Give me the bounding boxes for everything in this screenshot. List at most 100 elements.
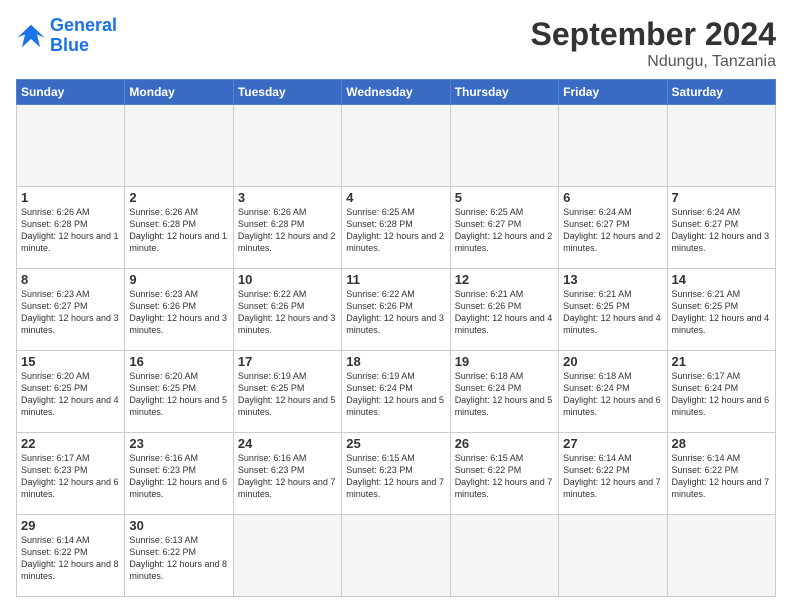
day-info: Sunrise: 6:13 AMSunset: 6:22 PMDaylight:… (129, 534, 228, 583)
day-info: Sunrise: 6:18 AMSunset: 6:24 PMDaylight:… (563, 370, 662, 419)
day-number: 21 (672, 354, 771, 369)
day-number: 22 (21, 436, 120, 451)
day-number: 24 (238, 436, 337, 451)
day-number: 6 (563, 190, 662, 205)
logo-text: General Blue (50, 16, 117, 56)
calendar-cell (559, 515, 667, 597)
day-number: 18 (346, 354, 445, 369)
calendar-cell: 1Sunrise: 6:26 AMSunset: 6:28 PMDaylight… (17, 187, 125, 269)
day-info: Sunrise: 6:25 AMSunset: 6:27 PMDaylight:… (455, 206, 554, 255)
calendar-cell (450, 105, 558, 187)
day-info: Sunrise: 6:19 AMSunset: 6:24 PMDaylight:… (346, 370, 445, 419)
calendar-cell (17, 105, 125, 187)
day-info: Sunrise: 6:19 AMSunset: 6:25 PMDaylight:… (238, 370, 337, 419)
day-info: Sunrise: 6:20 AMSunset: 6:25 PMDaylight:… (129, 370, 228, 419)
calendar-cell (559, 105, 667, 187)
day-number: 2 (129, 190, 228, 205)
day-header-tuesday: Tuesday (233, 80, 341, 105)
day-number: 15 (21, 354, 120, 369)
day-info: Sunrise: 6:14 AMSunset: 6:22 PMDaylight:… (672, 452, 771, 501)
day-header-wednesday: Wednesday (342, 80, 450, 105)
day-number: 9 (129, 272, 228, 287)
day-number: 14 (672, 272, 771, 287)
calendar-cell (125, 105, 233, 187)
calendar-cell: 14Sunrise: 6:21 AMSunset: 6:25 PMDayligh… (667, 269, 775, 351)
day-info: Sunrise: 6:17 AMSunset: 6:23 PMDaylight:… (21, 452, 120, 501)
day-number: 8 (21, 272, 120, 287)
calendar-cell (233, 515, 341, 597)
calendar-cell: 13Sunrise: 6:21 AMSunset: 6:25 PMDayligh… (559, 269, 667, 351)
location-title: Ndungu, Tanzania (531, 53, 776, 71)
calendar-cell: 15Sunrise: 6:20 AMSunset: 6:25 PMDayligh… (17, 351, 125, 433)
calendar-cell (667, 105, 775, 187)
calendar-cell: 20Sunrise: 6:18 AMSunset: 6:24 PMDayligh… (559, 351, 667, 433)
day-number: 13 (563, 272, 662, 287)
calendar-cell: 24Sunrise: 6:16 AMSunset: 6:23 PMDayligh… (233, 433, 341, 515)
day-number: 26 (455, 436, 554, 451)
calendar-cell (450, 515, 558, 597)
title-block: September 2024 Ndungu, Tanzania (531, 16, 776, 71)
month-title: September 2024 (531, 16, 776, 53)
day-info: Sunrise: 6:24 AMSunset: 6:27 PMDaylight:… (672, 206, 771, 255)
logo: General Blue (16, 16, 117, 56)
day-number: 12 (455, 272, 554, 287)
day-info: Sunrise: 6:22 AMSunset: 6:26 PMDaylight:… (238, 288, 337, 337)
day-number: 11 (346, 272, 445, 287)
day-number: 25 (346, 436, 445, 451)
calendar-cell: 6Sunrise: 6:24 AMSunset: 6:27 PMDaylight… (559, 187, 667, 269)
day-number: 29 (21, 518, 120, 533)
calendar-cell: 7Sunrise: 6:24 AMSunset: 6:27 PMDaylight… (667, 187, 775, 269)
day-info: Sunrise: 6:26 AMSunset: 6:28 PMDaylight:… (21, 206, 120, 255)
day-number: 30 (129, 518, 228, 533)
calendar-page: General Blue September 2024 Ndungu, Tanz… (0, 0, 792, 612)
day-info: Sunrise: 6:24 AMSunset: 6:27 PMDaylight:… (563, 206, 662, 255)
day-number: 17 (238, 354, 337, 369)
page-header: General Blue September 2024 Ndungu, Tanz… (16, 16, 776, 71)
day-info: Sunrise: 6:20 AMSunset: 6:25 PMDaylight:… (21, 370, 120, 419)
calendar-cell (342, 105, 450, 187)
day-number: 20 (563, 354, 662, 369)
calendar-cell (667, 515, 775, 597)
day-number: 23 (129, 436, 228, 451)
calendar-cell: 19Sunrise: 6:18 AMSunset: 6:24 PMDayligh… (450, 351, 558, 433)
day-number: 1 (21, 190, 120, 205)
day-info: Sunrise: 6:21 AMSunset: 6:25 PMDaylight:… (672, 288, 771, 337)
calendar-cell: 26Sunrise: 6:15 AMSunset: 6:22 PMDayligh… (450, 433, 558, 515)
day-number: 10 (238, 272, 337, 287)
day-info: Sunrise: 6:25 AMSunset: 6:28 PMDaylight:… (346, 206, 445, 255)
day-info: Sunrise: 6:15 AMSunset: 6:23 PMDaylight:… (346, 452, 445, 501)
day-info: Sunrise: 6:16 AMSunset: 6:23 PMDaylight:… (129, 452, 228, 501)
day-info: Sunrise: 6:14 AMSunset: 6:22 PMDaylight:… (563, 452, 662, 501)
day-header-saturday: Saturday (667, 80, 775, 105)
calendar-cell: 10Sunrise: 6:22 AMSunset: 6:26 PMDayligh… (233, 269, 341, 351)
calendar-table: SundayMondayTuesdayWednesdayThursdayFrid… (16, 79, 776, 597)
day-info: Sunrise: 6:16 AMSunset: 6:23 PMDaylight:… (238, 452, 337, 501)
day-info: Sunrise: 6:22 AMSunset: 6:26 PMDaylight:… (346, 288, 445, 337)
day-header-monday: Monday (125, 80, 233, 105)
day-number: 4 (346, 190, 445, 205)
calendar-cell (233, 105, 341, 187)
calendar-cell: 27Sunrise: 6:14 AMSunset: 6:22 PMDayligh… (559, 433, 667, 515)
calendar-cell: 23Sunrise: 6:16 AMSunset: 6:23 PMDayligh… (125, 433, 233, 515)
calendar-cell: 29Sunrise: 6:14 AMSunset: 6:22 PMDayligh… (17, 515, 125, 597)
day-number: 27 (563, 436, 662, 451)
day-info: Sunrise: 6:17 AMSunset: 6:24 PMDaylight:… (672, 370, 771, 419)
calendar-cell: 4Sunrise: 6:25 AMSunset: 6:28 PMDaylight… (342, 187, 450, 269)
calendar-cell: 5Sunrise: 6:25 AMSunset: 6:27 PMDaylight… (450, 187, 558, 269)
calendar-cell (342, 515, 450, 597)
day-info: Sunrise: 6:18 AMSunset: 6:24 PMDaylight:… (455, 370, 554, 419)
day-info: Sunrise: 6:21 AMSunset: 6:25 PMDaylight:… (563, 288, 662, 337)
calendar-cell: 3Sunrise: 6:26 AMSunset: 6:28 PMDaylight… (233, 187, 341, 269)
calendar-cell: 30Sunrise: 6:13 AMSunset: 6:22 PMDayligh… (125, 515, 233, 597)
day-header-thursday: Thursday (450, 80, 558, 105)
calendar-cell: 22Sunrise: 6:17 AMSunset: 6:23 PMDayligh… (17, 433, 125, 515)
day-info: Sunrise: 6:15 AMSunset: 6:22 PMDaylight:… (455, 452, 554, 501)
calendar-cell: 11Sunrise: 6:22 AMSunset: 6:26 PMDayligh… (342, 269, 450, 351)
calendar-cell: 18Sunrise: 6:19 AMSunset: 6:24 PMDayligh… (342, 351, 450, 433)
day-number: 19 (455, 354, 554, 369)
logo-icon (16, 21, 46, 51)
day-info: Sunrise: 6:23 AMSunset: 6:26 PMDaylight:… (129, 288, 228, 337)
day-number: 7 (672, 190, 771, 205)
calendar-cell: 21Sunrise: 6:17 AMSunset: 6:24 PMDayligh… (667, 351, 775, 433)
day-info: Sunrise: 6:26 AMSunset: 6:28 PMDaylight:… (129, 206, 228, 255)
